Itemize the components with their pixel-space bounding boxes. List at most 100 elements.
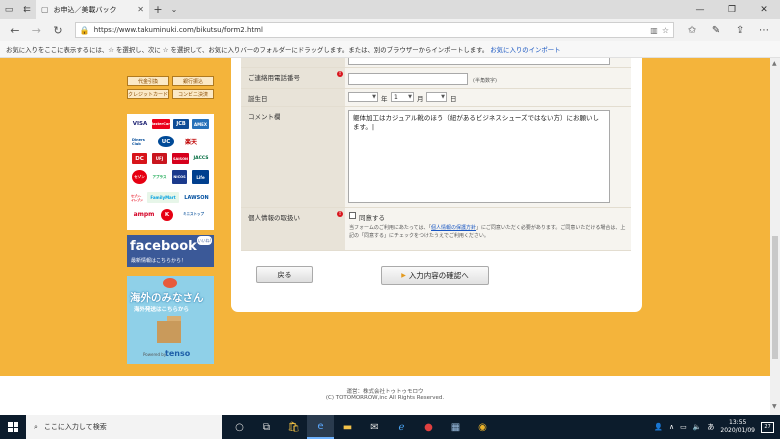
- back-arrow-icon[interactable]: ←: [4, 20, 26, 40]
- agree-label[interactable]: 同意する: [359, 212, 385, 222]
- like-bubble: いいね!: [197, 236, 212, 245]
- tenso-title: 海外のみなさん: [130, 292, 204, 304]
- refresh-icon[interactable]: ↻: [47, 20, 69, 40]
- edge-app-icon[interactable]: e: [307, 415, 334, 439]
- dc-logo: DC: [132, 153, 147, 164]
- tab-list-icon[interactable]: ⌄: [167, 5, 181, 14]
- store-icon[interactable]: 🛍: [280, 415, 307, 439]
- ie-icon[interactable]: ℯ: [388, 415, 415, 439]
- jcb-logo: JCB: [173, 119, 189, 129]
- close-window-icon[interactable]: ✕: [748, 0, 780, 19]
- birth-month-value: 1: [394, 93, 398, 101]
- favorites-icon[interactable]: ✩: [680, 25, 704, 36]
- red-app-icon[interactable]: ●: [415, 415, 442, 439]
- address-bar[interactable]: 🔒 https://www.takuminuki.com/bikutsu/for…: [74, 22, 675, 38]
- seven-eleven-logo: セブン-イレブン: [131, 193, 144, 202]
- month-unit: 月: [417, 95, 424, 103]
- phone-field-cell: (半角数字): [345, 68, 631, 88]
- grid-app-icon[interactable]: ▦: [442, 415, 469, 439]
- share-icon[interactable]: ⇪: [728, 25, 752, 36]
- amex-logo: AMEX: [192, 119, 209, 129]
- payment-methods: 代金引換 銀行振込 クレジットカード コンビニ決済: [127, 76, 214, 99]
- notification-icon[interactable]: 27: [761, 421, 774, 433]
- forward-arrow-icon[interactable]: →: [26, 20, 48, 40]
- birth-year-select[interactable]: ▼: [348, 92, 378, 102]
- chevron-down-icon: ▼: [408, 94, 412, 100]
- prev-input[interactable]: [348, 58, 610, 65]
- favorites-hint: お気に入りをここに表示するには、☆ を選択し、次に ☆ を選択して、お気に入りバ…: [6, 45, 489, 54]
- taskbar-search[interactable]: ⌕ ここに入力して検索: [26, 415, 222, 439]
- people-icon[interactable]: 👤: [654, 423, 663, 431]
- tenso-banner[interactable]: 海外のみなさん 海外発送はこちらから Powered by tenso: [127, 276, 214, 364]
- import-favorites-link[interactable]: お気に入りのインポート: [490, 45, 560, 54]
- jaccs-logo: JACCS: [193, 156, 209, 161]
- privacy-policy-link[interactable]: 個人情報の保護方針: [431, 225, 476, 231]
- network-icon[interactable]: ▭: [680, 423, 687, 431]
- scroll-down-icon[interactable]: ▼: [772, 403, 777, 410]
- agree-checkbox[interactable]: [349, 212, 356, 219]
- task-view-icon[interactable]: ⧉: [253, 415, 280, 439]
- tenso-powered: Powered by: [143, 352, 167, 357]
- browser-tools: ✩ ✎ ⇪ ⋯: [680, 25, 776, 36]
- tab-actions-icon[interactable]: ▭: [0, 0, 18, 19]
- comment-textarea[interactable]: 躯体加工はカジュアル靴のほう（紐があるビジネスシューズではない方）にお願いします…: [348, 110, 610, 203]
- taskbar-apps: ○ ⧉ 🛍 e ▬ ✉ ℯ ● ▦ ◉: [226, 415, 496, 439]
- phone-note: (半角数字): [473, 78, 497, 84]
- arrow-right-icon: ▶: [401, 272, 406, 279]
- back-tabs-icon[interactable]: ⇇: [18, 0, 36, 19]
- cortana-icon[interactable]: ○: [226, 415, 253, 439]
- mail-icon[interactable]: ✉: [361, 415, 388, 439]
- clock-time: 13:55: [729, 419, 747, 426]
- ampm-logo: ampm: [133, 211, 155, 218]
- minimize-icon[interactable]: —: [684, 0, 716, 19]
- life-logo: Life: [192, 170, 209, 184]
- birth-month-select[interactable]: 1 ▼: [391, 92, 414, 102]
- tenso-brand: tenso: [165, 349, 191, 358]
- pen-icon[interactable]: ✎: [704, 25, 728, 36]
- reading-view-icon[interactable]: ▥: [650, 26, 658, 35]
- favorites-bar: お気に入りをここに表示するには、☆ を選択し、次に ☆ を選択して、お気に入りバ…: [0, 41, 780, 58]
- ime-indicator[interactable]: あ: [707, 422, 714, 432]
- search-icon: ⌕: [34, 422, 38, 431]
- payment-convenience-button[interactable]: コンビニ決済: [172, 89, 214, 99]
- prev-row-field: [345, 58, 631, 67]
- tab-close-icon[interactable]: ✕: [137, 5, 144, 14]
- more-icon[interactable]: ⋯: [752, 25, 776, 36]
- confirm-button[interactable]: ▶ 入力内容の確認へ: [381, 266, 489, 285]
- privacy-label: 個人情報の取扱い: [241, 208, 345, 250]
- url-text[interactable]: https://www.takuminuki.com/bikutsu/form2…: [94, 26, 646, 34]
- form-panel: ご連絡用電話番号 ! (半角数字) 誕生日 ▼ 年 1 ▼ 月 ▼ 日 コメント欄…: [231, 58, 642, 312]
- birth-day-select[interactable]: ▼: [426, 92, 447, 102]
- tab-current[interactable]: ▢ お申込／美載バック ✕: [36, 0, 149, 19]
- payment-bank-button[interactable]: 銀行振込: [172, 76, 214, 86]
- maximize-icon[interactable]: ❐: [716, 0, 748, 19]
- start-button[interactable]: [0, 415, 26, 439]
- explorer-icon[interactable]: ▬: [334, 415, 361, 439]
- lawson-logo: LAWSON: [184, 194, 209, 201]
- chrome-icon[interactable]: ◉: [469, 415, 496, 439]
- footer-operator: 運営：株式会社トゥトゥモロウ: [346, 389, 424, 395]
- facebook-banner[interactable]: facebook いいね! 最新情報はこちらから！: [127, 235, 214, 267]
- volume-icon[interactable]: 🔈: [693, 423, 702, 431]
- favorite-star-icon[interactable]: ☆: [662, 26, 669, 35]
- tab-title: お申込／美載バック: [53, 5, 117, 14]
- privacy-field-cell: 同意する 当フォームのご利用にあたっては、「個人情報の保護方針」にご同意いただく…: [345, 208, 631, 250]
- day-unit: 日: [450, 95, 457, 103]
- phone-input[interactable]: [348, 73, 468, 85]
- payment-cod-button[interactable]: 代金引換: [127, 76, 170, 86]
- new-tab-button[interactable]: +: [149, 3, 167, 16]
- scrollbar-thumb[interactable]: [772, 236, 778, 359]
- clock[interactable]: 13:55 2020/01/09: [720, 419, 755, 435]
- birthday-field-cell: ▼ 年 1 ▼ 月 ▼ 日: [345, 89, 631, 106]
- window-controls: — ❐ ✕: [684, 0, 780, 19]
- privacy-row: 個人情報の取扱い ! 同意する 当フォームのご利用にあたっては、「個人情報の保護…: [241, 208, 631, 251]
- browser-titlebar: ▭ ⇇ ▢ お申込／美載バック ✕ + ⌄ — ❐ ✕: [0, 0, 780, 19]
- chevron-up-icon[interactable]: ∧: [669, 423, 674, 431]
- ministop-logo: ミニストップ: [183, 212, 204, 216]
- uc-logo: UC: [158, 136, 174, 147]
- payment-credit-button[interactable]: クレジットカード: [127, 89, 170, 99]
- back-button[interactable]: 戻る: [256, 266, 313, 283]
- facebook-subtitle: 最新情報はこちらから！: [131, 258, 187, 264]
- scroll-up-icon[interactable]: ▲: [772, 60, 777, 67]
- confirm-button-label: 入力内容の確認へ: [408, 271, 469, 280]
